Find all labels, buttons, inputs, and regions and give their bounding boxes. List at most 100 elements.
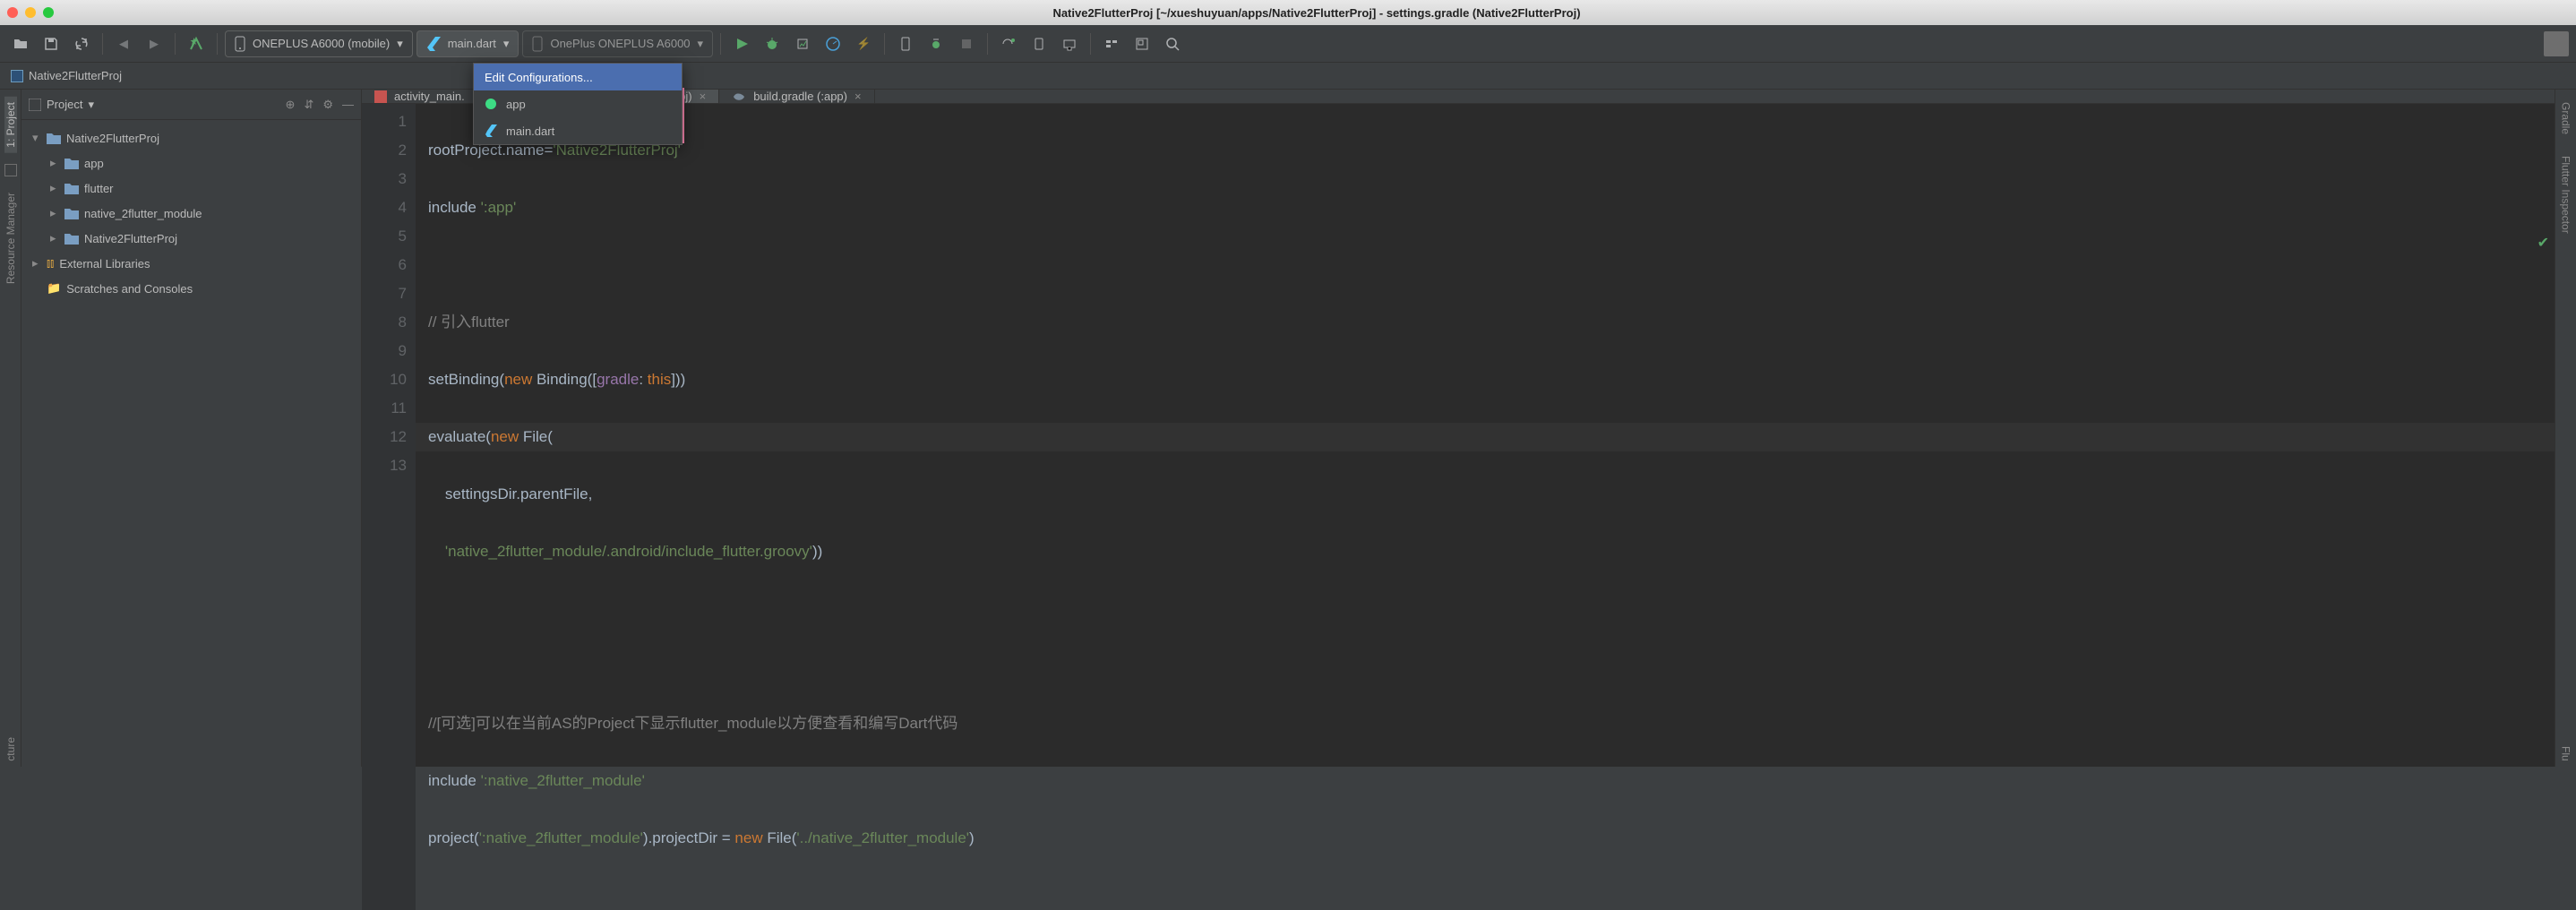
line-number: 6: [362, 251, 407, 279]
line-number: 9: [362, 337, 407, 365]
tree-label: Native2FlutterProj: [66, 132, 159, 145]
make-project-button[interactable]: [183, 30, 210, 57]
tab-build-gradle[interactable]: build.gradle (:app) ×: [719, 90, 874, 103]
forward-button[interactable]: ▶: [141, 30, 167, 57]
line-number: 4: [362, 193, 407, 222]
xml-icon: [374, 90, 387, 103]
phone-icon: [532, 36, 543, 52]
line-number: 2: [362, 136, 407, 165]
project-view-icon: [29, 99, 41, 111]
coverage-button[interactable]: [789, 30, 816, 57]
project-panel-title[interactable]: Project: [47, 98, 82, 111]
tab-activity-main[interactable]: activity_main.: [362, 90, 478, 103]
resource-manager-button[interactable]: [1098, 30, 1125, 57]
project-tree: ▾ Native2FlutterProj ▸ app ▸ flutter ▸ n…: [21, 120, 361, 306]
stop-button[interactable]: [953, 30, 980, 57]
line-gutter: 1 2 3 4 5 6 7 8 9 10 11 12 13: [362, 104, 416, 910]
sdk-manager-button[interactable]: [1056, 30, 1083, 57]
tree-item-external[interactable]: ▸ ⫾⫾ External Libraries: [25, 251, 357, 276]
open-button[interactable]: [7, 30, 34, 57]
run-button[interactable]: [728, 30, 755, 57]
line-number: 5: [362, 222, 407, 251]
project-panel-header: Project ▾ ⊕ ⇵ ⚙ —: [21, 90, 361, 120]
line-number: 10: [362, 365, 407, 394]
gradle-tool-tab[interactable]: Gradle: [2560, 97, 2572, 140]
close-icon[interactable]: ×: [700, 90, 707, 103]
run-config-label: main.dart: [448, 37, 496, 50]
debug-button[interactable]: [759, 30, 786, 57]
run-config-selector[interactable]: main.dart ▾: [416, 30, 519, 57]
minimize-window-icon[interactable]: [25, 7, 36, 18]
layout-inspector-button[interactable]: [1129, 30, 1155, 57]
tree-item[interactable]: ▸ app: [25, 150, 357, 176]
hot-reload-button[interactable]: ⚡: [850, 30, 877, 57]
arrow-right-icon: ▸: [32, 256, 41, 270]
profiler-button[interactable]: [820, 30, 846, 57]
close-icon[interactable]: ×: [854, 90, 862, 103]
gradle-icon: [732, 90, 746, 103]
maximize-window-icon[interactable]: [43, 7, 54, 18]
back-button[interactable]: ◀: [110, 30, 137, 57]
sync-button[interactable]: [68, 30, 95, 57]
line-number: 12: [362, 423, 407, 451]
code-content[interactable]: rootProject.name='Native2FlutterProj' in…: [416, 104, 2555, 910]
target-icon[interactable]: ⊕: [286, 98, 296, 112]
chevron-down-icon: ▾: [503, 37, 510, 51]
device-manager-button[interactable]: [1026, 30, 1052, 57]
chevron-down-icon: ▾: [397, 37, 403, 51]
arrow-down-icon: ▾: [32, 131, 41, 145]
window-title: Native2FlutterProj [~/xueshuyuan/apps/Na…: [64, 6, 2569, 20]
dd-label: main.dart: [506, 124, 554, 138]
tree-item-scratches[interactable]: 📁 Scratches and Consoles: [25, 276, 357, 301]
close-window-icon[interactable]: [7, 7, 18, 18]
flutter-icon: [485, 124, 497, 137]
gear-icon[interactable]: ⚙: [322, 98, 333, 112]
collapse-icon[interactable]: ⇵: [304, 98, 313, 112]
tab-label: activity_main.: [394, 90, 465, 103]
tree-label: flutter: [84, 182, 114, 195]
avd-manager-button[interactable]: [892, 30, 919, 57]
arrow-right-icon: ▸: [50, 231, 59, 245]
chevron-down-icon[interactable]: ▾: [88, 98, 94, 112]
project-tool-tab[interactable]: 1: Project: [4, 97, 17, 153]
tree-label: native_2flutter_module: [84, 207, 202, 220]
hide-icon[interactable]: —: [342, 98, 354, 112]
run-config-dropdown: Edit Configurations... app main.dart: [473, 63, 683, 145]
flutter-inspector-tool-tab[interactable]: Flutter Inspector: [2560, 150, 2572, 239]
target-selector[interactable]: OnePlus ONEPLUS A6000 ▾: [522, 30, 713, 57]
scratches-icon: 📁: [47, 281, 61, 296]
sync-gradle-button[interactable]: [995, 30, 1022, 57]
tool-icon[interactable]: [4, 164, 17, 176]
tree-label: Scratches and Consoles: [66, 282, 193, 296]
breadcrumb-project[interactable]: Native2FlutterProj: [29, 69, 122, 82]
resource-manager-tool-tab[interactable]: Resource Manager: [4, 187, 17, 289]
run-config-app-item[interactable]: app: [474, 90, 682, 117]
run-config-main-dart-item[interactable]: main.dart: [474, 117, 682, 144]
device-selector[interactable]: ONEPLUS A6000 (mobile) ▾: [225, 30, 413, 57]
left-tool-strip: 1: Project Resource Manager cture: [0, 90, 21, 767]
line-number: 3: [362, 165, 407, 193]
edit-configurations-item[interactable]: Edit Configurations...: [474, 64, 682, 90]
structure-tool-tab[interactable]: cture: [4, 732, 17, 767]
user-avatar[interactable]: [2544, 31, 2569, 56]
window-titlebar: Native2FlutterProj [~/xueshuyuan/apps/Na…: [0, 0, 2576, 25]
tree-item[interactable]: ▸ Native2FlutterProj: [25, 226, 357, 251]
tree-label: Native2FlutterProj: [84, 232, 177, 245]
module-icon: [47, 132, 61, 144]
code-editor[interactable]: 1 2 3 4 5 6 7 8 9 10 11 12 13 rootProjec…: [362, 104, 2555, 910]
tree-item[interactable]: ▸ native_2flutter_module: [25, 201, 357, 226]
arrow-right-icon: ▸: [50, 206, 59, 220]
dd-label: Edit Configurations...: [485, 71, 593, 84]
module-icon: [64, 232, 79, 245]
flutter-outline-tool-tab[interactable]: Flu: [2560, 741, 2572, 767]
device-label: ONEPLUS A6000 (mobile): [253, 37, 390, 50]
search-everywhere-button[interactable]: [1159, 30, 1186, 57]
module-icon: [64, 207, 79, 219]
library-icon: ⫾⫾: [47, 256, 54, 270]
attach-debugger-button[interactable]: [923, 30, 949, 57]
tree-root[interactable]: ▾ Native2FlutterProj: [25, 125, 357, 150]
tree-item[interactable]: ▸ flutter: [25, 176, 357, 201]
line-number: 11: [362, 394, 407, 423]
save-button[interactable]: [38, 30, 64, 57]
breadcrumb: Native2FlutterProj: [0, 63, 2576, 90]
